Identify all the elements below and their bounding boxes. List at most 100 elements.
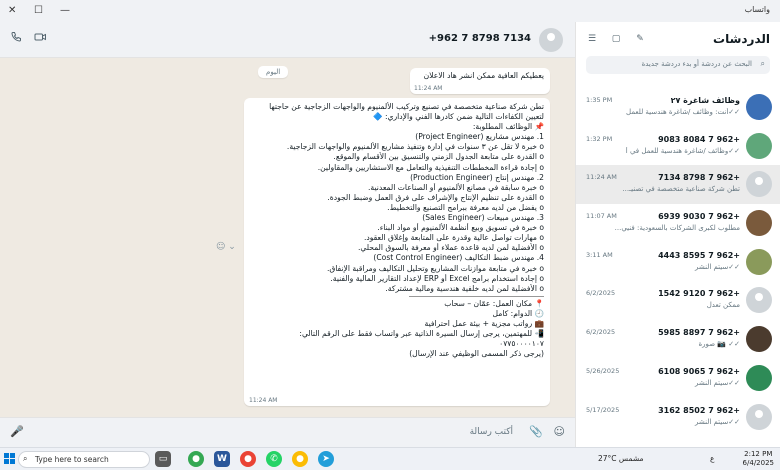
close-window-icon[interactable]: ✕ (8, 5, 16, 16)
language-indicator[interactable]: ع (710, 454, 714, 463)
taskbar: ⌕ Type here to search ▭ ● W ● ✆ ● ➤ 27°C… (0, 447, 780, 470)
message-area: اليوم يعطيكم العافية ممكن انشر هاد الاعل… (0, 58, 575, 417)
message-body: تطن شركة صناعية متخصصة في تصنيع وتركيب ا… (250, 102, 544, 294)
chat-time: 11:07 AM (586, 212, 617, 221)
contact-avatar[interactable] (539, 28, 563, 52)
chat-list-item[interactable]: +962 7 8798 7134 11:24 AM تطن شركة صناعية … (576, 165, 780, 205)
chat-list: وظائف شاغرة ٢٧ 1:35 PM ✓✓أنت: وظائف /شاغرة… (576, 88, 780, 436)
message-line: o القدرة على متابعة الجدول الزمني والتنس… (333, 152, 544, 162)
message-bubble[interactable]: تطن شركة صناعية متخصصة في تصنيع وتركيب ا… (244, 98, 550, 406)
weather-widget[interactable]: 27°C مشمس (598, 454, 644, 463)
chat-preview: ✓✓سيتم النشر (694, 262, 740, 271)
chat-time: 5/17/2025 (586, 405, 620, 414)
taskbar-search[interactable]: ⌕ Type here to search (18, 451, 150, 468)
chat-name: +962 7 9065 6108 (658, 366, 740, 376)
taskbar-search-placeholder: Type here to search (35, 455, 109, 464)
message-line: ٠٧٧٥٠٠٠٠١٠٧ (499, 339, 544, 349)
message-input[interactable]: أكتب رسالة (59, 422, 519, 444)
chrome-alt-icon[interactable]: ● (292, 451, 308, 467)
day-separator: اليوم (258, 66, 289, 78)
chat-name: +962 7 8897 5985 (658, 328, 740, 338)
avatar (746, 287, 772, 314)
chat-list-item[interactable]: +962 7 8595 4443 3:11 AM ✓✓سيتم النشر (576, 243, 780, 282)
message-time: 11:24 AM (249, 397, 278, 404)
chat-list-sidebar: الدردشات ✎ ▢ ☰ ⌕ البحث عن دردشة أو بدء د… (575, 22, 780, 447)
chat-name: +962 7 8798 7134 (658, 173, 740, 183)
chat-name: وظائف شاغرة ٢٧ (670, 96, 740, 105)
microphone-icon[interactable]: 🎤 (10, 425, 24, 438)
chat-list-item[interactable]: +962 7 9030 6939 11:07 AM مطلوب لكبرى الشر… (576, 204, 780, 243)
maximize-icon[interactable]: ☐ (34, 5, 43, 16)
chat-preview: ✓✓وظائف /شاغرة هندسية للعمل في أ (625, 146, 740, 155)
chat-time: 5/26/2025 (586, 366, 620, 375)
search-placeholder: البحث عن دردشة أو بدء دردشة جديدة (641, 60, 752, 68)
chat-name: +962 7 8595 4443 (658, 250, 740, 260)
chat-preview: ممكن تعدل (706, 301, 740, 310)
minimize-icon[interactable]: — (60, 5, 70, 16)
message-line: تطن شركة صناعية متخصصة في تصنيع وتركيب ا… (269, 102, 544, 111)
avatar (746, 248, 772, 275)
task-view-icon[interactable]: ▭ (155, 451, 171, 467)
chat-list-item[interactable]: وظائف شاغرة ٢٧ 1:35 PM ✓✓أنت: وظائف /شاغرة… (576, 88, 780, 127)
chat-list-item[interactable]: +962 7 8897 5985 6/2/2025 ✓✓ 📷 صورة (576, 320, 780, 359)
search-box[interactable]: ⌕ البحث عن دردشة أو بدء دردشة جديدة (586, 56, 770, 74)
message-time: 11:24 AM (414, 85, 443, 92)
react-emoji-icon[interactable]: ☺ ⌄ (216, 242, 242, 256)
title-bar: ✕ ☐ — واتساب (0, 0, 780, 22)
avatar (746, 94, 772, 120)
message-line: (يرجى ذكر المسمى الوظيفي عند الإرسال) (409, 349, 544, 359)
search-icon: ⌕ (23, 454, 28, 463)
chat-name: +962 7 9120 1542 (658, 289, 740, 299)
communities-icon[interactable]: ▢ (610, 34, 622, 46)
message-line: o خبرة سابقة في مصانع الألمنيوم أو الصنا… (368, 182, 544, 192)
telegram-icon[interactable]: ➤ (318, 451, 334, 467)
chat-list-item[interactable]: +962 7 8084 9083 1:32 PM ✓✓وظائف /شاغرة هن… (576, 127, 780, 166)
clock-date: 6/4/2025 (742, 459, 774, 467)
message-line: o إجادة قراءة المخططات التنفيذية والتعام… (317, 162, 544, 172)
phone-call-icon[interactable] (8, 31, 24, 47)
chat-preview: ✓✓سيتم النشر (694, 417, 740, 426)
message-text: يعطيكم العافية ممكن انشر هاد الاعلان (423, 71, 544, 80)
message-line: 3. مهندس مبيعات (Sales Engineer) (422, 213, 544, 223)
window-title: واتساب (744, 5, 770, 14)
clock[interactable]: 2:12 PM 6/4/2025 (743, 450, 774, 468)
new-chat-icon[interactable]: ✎ (634, 34, 646, 46)
chat-list-item[interactable]: +962 7 9065 6108 5/26/2025 ✓✓سيتم النشر (576, 359, 780, 398)
message-line: o القدرة على تنظيم الإنتاج والإشراف على … (327, 192, 544, 202)
chat-panel: +962 7 8798 7134 اليوم يعطيكم العافية مم… (0, 22, 575, 447)
attach-icon[interactable]: 📎 (529, 425, 543, 438)
chat-list-item[interactable]: +962 7 9120 1542 6/2/2025 ممكن تعدل (576, 281, 780, 320)
word-icon[interactable]: W (214, 451, 230, 467)
chat-preview: ✓✓أنت: وظائف /شاغرة هندسية للعمل (626, 108, 740, 116)
chat-list-item[interactable]: +962 7 8502 3162 5/17/2025 ✓✓سيتم النشر (576, 398, 780, 437)
chat-time: 1:32 PM (586, 134, 613, 143)
chrome-icon[interactable]: ● (188, 451, 204, 467)
start-button[interactable] (4, 453, 16, 465)
avatar (746, 364, 772, 391)
avatar (746, 210, 772, 237)
message-line: 4. مهندس ضبط التكاليف (Cost Control Engi… (373, 253, 544, 263)
video-call-icon[interactable] (32, 31, 48, 47)
avatar (746, 132, 772, 159)
chat-name: +962 7 9030 6939 (658, 212, 740, 222)
chat-preview: تطن شركة صناعية متخصصة في تصنيـ... (622, 185, 740, 194)
whatsapp-icon[interactable]: ✆ (266, 451, 282, 467)
search-icon: ⌕ (760, 59, 765, 68)
message-line: 1. مهندس مشاريع (Project Engineer) (415, 132, 544, 142)
message-line: 2. مهندس إنتاج (Production Engineer) (410, 172, 544, 182)
message-line: 💼 رواتب مجزية + بيئة عمل احترافية (424, 318, 545, 328)
message-bubble[interactable]: يعطيكم العافية ممكن انشر هاد الاعلان 11:… (410, 68, 550, 94)
filter-icon[interactable]: ☰ (586, 34, 598, 46)
message-footer: 📍 مكان العمل: عمّان – سحاب 🕘 الدوام: كامل… (250, 299, 544, 360)
contact-name[interactable]: +962 7 8798 7134 (429, 33, 531, 44)
emoji-icon[interactable]: ☺ (554, 425, 565, 438)
composer: 🎤 أكتب رسالة 📎 ☺ (0, 417, 575, 447)
message-line: 🕘 الدوام: كامل (492, 308, 544, 318)
clock-time: 2:12 PM (744, 450, 773, 458)
message-line: o مهارات تواصل عالية وقدرة على المتابعة … (363, 233, 544, 243)
message-line: o الأفضلية لمن لديه قاعدة عملاء أو معرفة… (357, 243, 544, 253)
sidebar-title: الدردشات (713, 32, 770, 46)
chat-time: 3:11 AM (586, 250, 613, 259)
chrome-profile-icon[interactable]: ● (240, 451, 256, 467)
chat-preview: ✓✓ 📷 صورة (698, 340, 740, 349)
